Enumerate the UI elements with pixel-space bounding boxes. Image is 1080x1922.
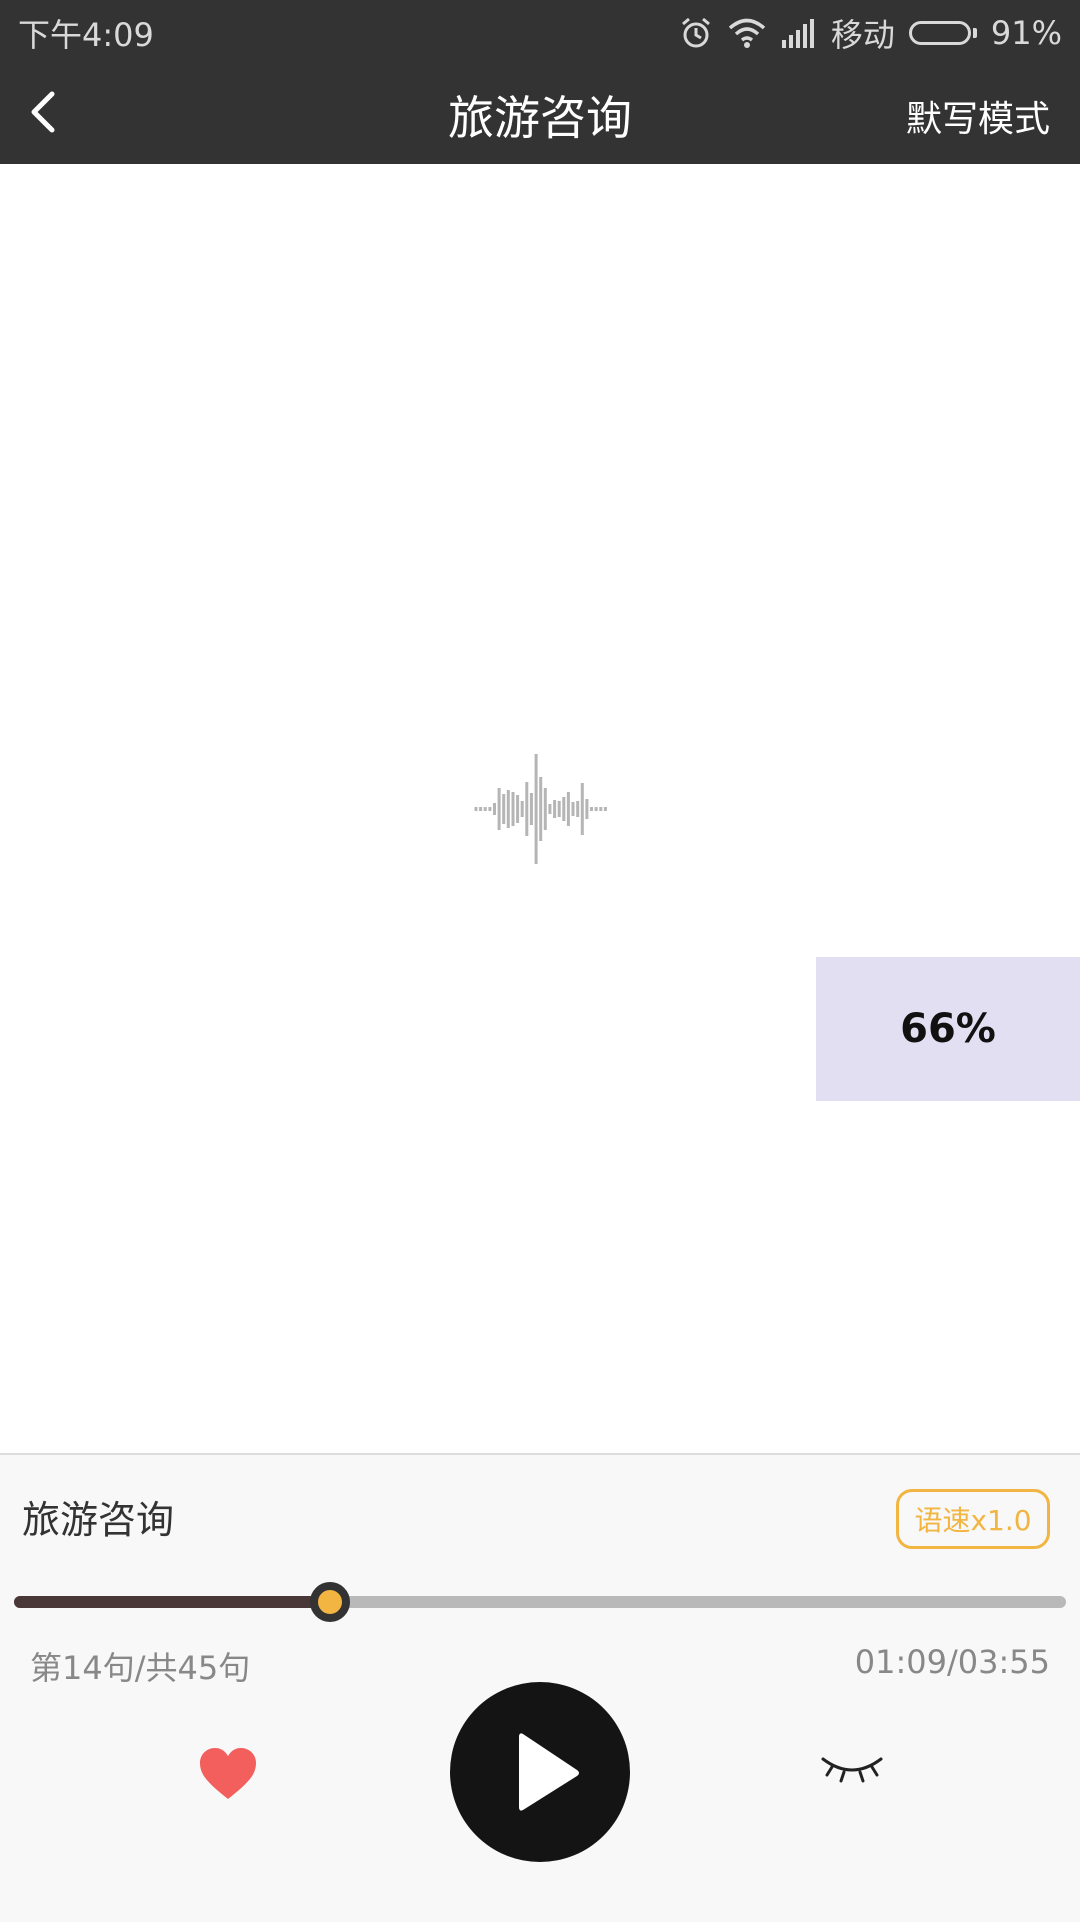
play-icon	[519, 1733, 579, 1811]
waveform-bar	[571, 802, 575, 816]
progress-thumb[interactable]	[309, 1582, 350, 1622]
carrier-label: 移动	[830, 16, 895, 54]
battery-icon	[908, 21, 977, 45]
waveform-bar	[557, 801, 561, 817]
waveform-bar	[576, 801, 580, 817]
waveform-bar	[506, 790, 510, 828]
status-time: 下午4:09	[18, 16, 154, 54]
percent-overlay: 66%	[816, 957, 1080, 1101]
waveform-bar	[488, 807, 492, 811]
track-title: 旅游咨询	[22, 1498, 175, 1542]
status-icons: 移动 91%	[679, 10, 1062, 56]
waveform-bar	[553, 800, 557, 818]
signal-icon	[781, 18, 817, 48]
waveform-bar	[502, 794, 506, 824]
waveform-bar	[479, 807, 483, 811]
waveform-bar	[516, 795, 520, 823]
waveform-bar	[590, 807, 593, 811]
waveform-bar	[511, 792, 515, 826]
eye-closed-icon	[821, 1757, 883, 1783]
waveform-bar	[599, 807, 603, 811]
hide-text-button[interactable]	[820, 1753, 884, 1787]
waveform-bar	[474, 807, 478, 811]
waveform-bar	[483, 807, 487, 811]
waveform-bar	[529, 793, 533, 825]
waveform-icon	[474, 752, 608, 870]
dictation-mode-button[interactable]: 默写模式	[906, 90, 1050, 142]
play-button[interactable]	[450, 1682, 630, 1862]
waveform-bar	[548, 804, 552, 814]
waveform-bar	[534, 754, 538, 864]
app-bar: 旅游咨询 默写模式	[0, 60, 1080, 164]
waveform-bar	[594, 807, 598, 811]
alarm-icon	[679, 16, 713, 50]
waveform-bar	[562, 797, 566, 821]
speed-button[interactable]: 语速x1.0	[896, 1489, 1050, 1549]
waveform-bar	[543, 788, 547, 830]
waveform-bar	[585, 799, 589, 819]
waveform-bar	[520, 801, 524, 817]
waveform-bar	[566, 792, 570, 826]
favorite-button[interactable]	[198, 1747, 258, 1801]
playback-time: 01:09/03:55	[854, 1643, 1050, 1681]
battery-percent: 91%	[990, 14, 1062, 52]
player-panel: 旅游咨询 语速x1.0 第14句/共45句 01:09/03:55	[0, 1453, 1080, 1922]
waveform-bar	[603, 807, 607, 811]
heart-icon	[200, 1748, 256, 1799]
waveform-bar	[539, 777, 543, 841]
progress-slider[interactable]	[14, 1582, 1066, 1622]
sentence-count: 第14句/共45句	[30, 1649, 251, 1687]
waveform-bar	[580, 783, 584, 835]
waveform-bar	[497, 788, 501, 830]
status-bar: 下午4:09 移动 91%	[0, 0, 1080, 60]
waveform-bar	[493, 803, 496, 815]
waveform-bar	[525, 782, 529, 836]
wifi-icon	[727, 17, 767, 49]
progress-fill	[14, 1596, 330, 1608]
